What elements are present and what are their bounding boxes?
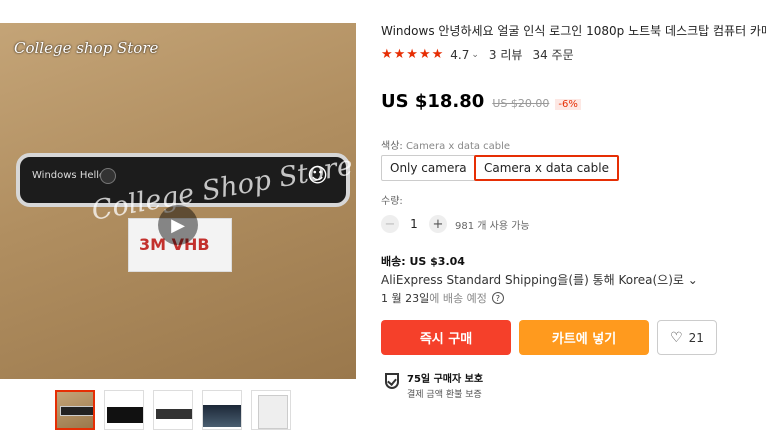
camera-label: Windows Hello xyxy=(32,170,106,181)
thumbnail-strip xyxy=(55,390,291,430)
quantity-label: 수량: xyxy=(381,196,403,207)
protection-title: 75일 구매자 보호 xyxy=(407,374,484,385)
protection-subtitle: 결제 금액 환불 보증 xyxy=(407,390,482,400)
plus-icon[interactable]: + xyxy=(429,215,447,233)
rating-row: ★★★★★ 4.7 ⌄ 3 리뷰 34 주문 xyxy=(381,46,574,63)
buyer-protection: 75일 구매자 보호 결제 금액 환불 보증 xyxy=(385,370,483,400)
add-to-cart-button[interactable]: 카트에 넣기 xyxy=(519,320,649,355)
quantity-value[interactable]: 1 xyxy=(399,217,429,231)
selected-color: Camera x data cable xyxy=(405,141,511,152)
lens-icon xyxy=(100,168,116,184)
product-main-image[interactable]: College shop Store Windows Hello ☺ 3M VH… xyxy=(0,23,356,379)
store-watermark: College shop Store xyxy=(14,39,159,57)
order-count: 34 주문 xyxy=(532,48,574,62)
chevron-down-icon[interactable]: ⌄ xyxy=(471,50,479,60)
thumbnail-5[interactable] xyxy=(251,390,291,430)
buy-now-button[interactable]: 즉시 구매 xyxy=(381,320,511,355)
thumbnail-1[interactable] xyxy=(55,390,95,430)
delivery-suffix: 에 배송 예정 xyxy=(429,292,487,305)
discount-badge: -6% xyxy=(555,99,581,110)
heart-icon: ♡ xyxy=(670,329,683,346)
play-icon[interactable]: ▶ xyxy=(158,205,198,245)
delivery-estimate: 1 월 23일 에 배송 예정 ? xyxy=(381,290,504,306)
delivery-date: 1 월 23일 xyxy=(381,292,430,305)
color-label: 색상: Camera x data cable xyxy=(381,137,510,152)
option-only-camera[interactable]: Only camera xyxy=(381,155,476,181)
option-camera-data-cable[interactable]: Camera x data cable xyxy=(474,155,619,181)
shield-icon xyxy=(385,373,399,389)
minus-icon[interactable]: − xyxy=(381,215,399,233)
price-row: US $18.80 US $20.00 -6% xyxy=(381,91,581,112)
star-rating-icon: ★★★★★ xyxy=(381,47,445,62)
thumbnail-3[interactable] xyxy=(153,390,193,430)
shipping-cost: 배송: US $3.04 xyxy=(381,255,465,268)
question-icon[interactable]: ? xyxy=(491,292,504,304)
review-count[interactable]: 3 리뷰 xyxy=(489,46,523,63)
wishlist-button[interactable]: ♡ 21 xyxy=(657,320,717,355)
wishlist-count: 21 xyxy=(688,330,704,345)
original-price: US $20.00 xyxy=(492,97,550,110)
shipping-method[interactable]: AliExpress Standard Shipping을(를) 통해 Kore… xyxy=(381,271,698,288)
thumbnail-4[interactable] xyxy=(202,390,242,430)
quantity-stepper: − 1 + 981 개 사용 가능 xyxy=(381,215,530,233)
thumbnail-2[interactable] xyxy=(104,390,144,430)
current-price: US $18.80 xyxy=(381,91,485,112)
available-stock: 981 개 사용 가능 xyxy=(455,220,530,232)
product-title: Windows 안녕하세요 얼굴 인식 로그인 1080p 노트북 데스크탑 컴… xyxy=(381,24,766,38)
rating-value[interactable]: 4.7 xyxy=(450,48,469,62)
color-label-text: 색상: xyxy=(381,141,406,152)
